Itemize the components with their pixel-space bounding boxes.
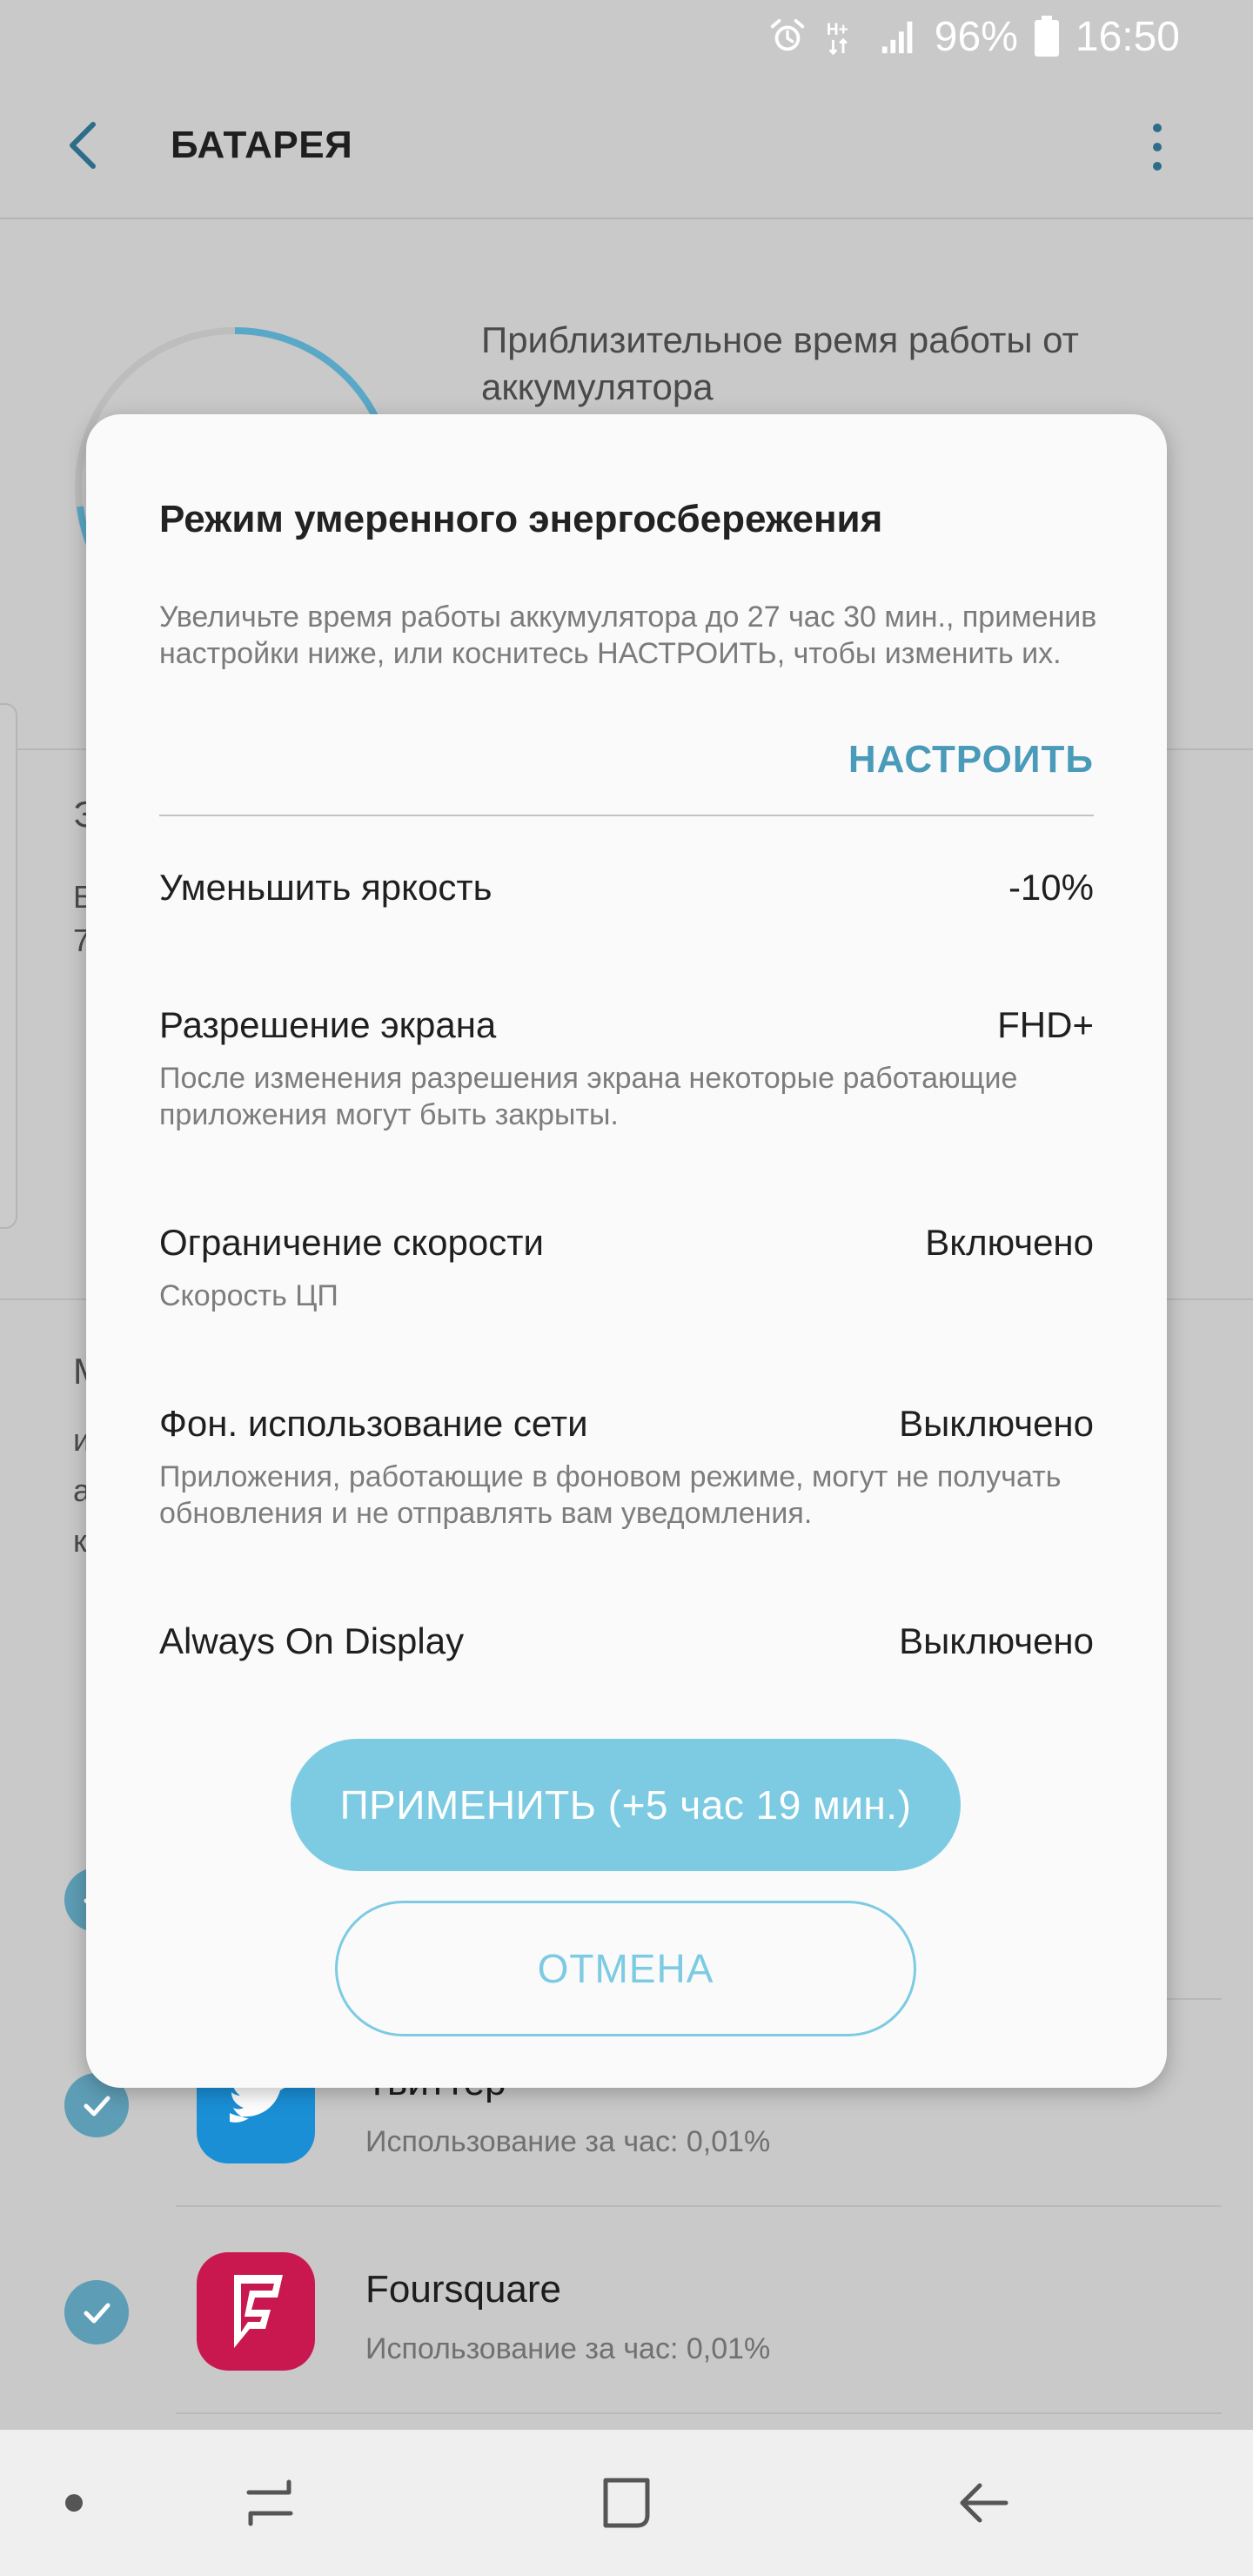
cancel-button[interactable]: ОТМЕНА	[335, 1901, 916, 2036]
dialog-description: Увеличьте время работы аккумулятора до 2…	[159, 600, 1097, 670]
setting-value: -10%	[1008, 867, 1094, 908]
home-button[interactable]	[574, 2430, 679, 2576]
foursquare-app-icon	[197, 2252, 315, 2371]
signal-icon	[881, 21, 913, 54]
setting-brightness: Уменьшить яркость -10%	[159, 867, 1094, 909]
network-hplus-icon: H+	[827, 21, 848, 56]
setting-value: Выключено	[899, 1620, 1094, 1661]
setting-description: После изменения разрешения экрана некото…	[159, 1062, 1018, 1131]
battery-estimate-label: Приблизительное время работы от аккумуля…	[481, 319, 1079, 407]
page-title: БАТАРЕЯ	[171, 124, 353, 166]
divider	[176, 2412, 1222, 2414]
divider	[159, 815, 1094, 816]
back-button[interactable]	[52, 115, 113, 176]
check-icon	[84, 2096, 111, 2116]
setting-cpu-limit: Ограничение скорости Включено Скорость Ц…	[159, 1222, 1094, 1314]
power-saving-dialog: Режим умеренного энергосбережения Увелич…	[86, 414, 1167, 2088]
status-icons: H+ 96% 16:50	[767, 9, 1180, 64]
list-item[interactable]: Foursquare Использование за час: 0,01%	[0, 2207, 1253, 2412]
nav-dot-button[interactable]	[44, 2430, 104, 2576]
dialog-title: Режим умеренного энергосбережения	[159, 498, 883, 540]
app-name: Foursquare	[365, 2268, 562, 2311]
setting-label: Разрешение экрана	[159, 1004, 497, 1045]
setting-value: Выключено	[899, 1403, 1094, 1444]
back-arrow-icon	[960, 2483, 1008, 2523]
recents-button[interactable]	[226, 2430, 313, 2576]
battery-percent: 96%	[934, 13, 1018, 60]
more-options-button[interactable]	[1140, 117, 1175, 178]
setting-description: Скорость ЦП	[159, 1279, 338, 1312]
app-usage: Использование за час: 0,01%	[365, 2125, 771, 2158]
recents-icon	[246, 2479, 293, 2526]
app-usage: Использование за час: 0,01%	[365, 2332, 771, 2365]
back-nav-button[interactable]	[931, 2430, 1035, 2576]
battery-icon	[1034, 16, 1059, 57]
setting-value: Включено	[925, 1222, 1094, 1263]
app-bar: БАТАРЕЯ	[0, 73, 1253, 219]
check-icon	[84, 2303, 111, 2324]
clock: 16:50	[1075, 13, 1180, 60]
setting-background-data: Фон. использование сети Выключено Прилож…	[159, 1403, 1094, 1532]
setting-resolution: Разрешение экрана FHD+ После изменения р…	[159, 1004, 1094, 1133]
foursquare-icon	[229, 2275, 283, 2348]
setting-description: Приложения, работающие в фоновом режиме,…	[159, 1460, 1062, 1530]
dot-icon	[65, 2494, 83, 2512]
more-vertical-icon	[1153, 124, 1162, 132]
alarm-icon	[770, 18, 804, 51]
customize-button[interactable]: НАСТРОИТЬ	[848, 738, 1094, 782]
setting-value: FHD+	[997, 1004, 1094, 1045]
status-bar: H+ 96% 16:50	[0, 0, 1253, 73]
home-icon	[603, 2478, 650, 2528]
card-edge	[0, 703, 17, 1229]
svg-text:H+: H+	[827, 21, 848, 39]
setting-always-on-display: Always On Display Выключено	[159, 1620, 1094, 1662]
checkbox[interactable]	[64, 2280, 129, 2345]
navigation-bar	[0, 2430, 1253, 2576]
chevron-left-icon	[70, 122, 96, 169]
setting-label: Уменьшить яркость	[159, 867, 492, 908]
apply-button[interactable]: ПРИМЕНИТЬ (+5 час 19 мин.)	[291, 1739, 961, 1871]
